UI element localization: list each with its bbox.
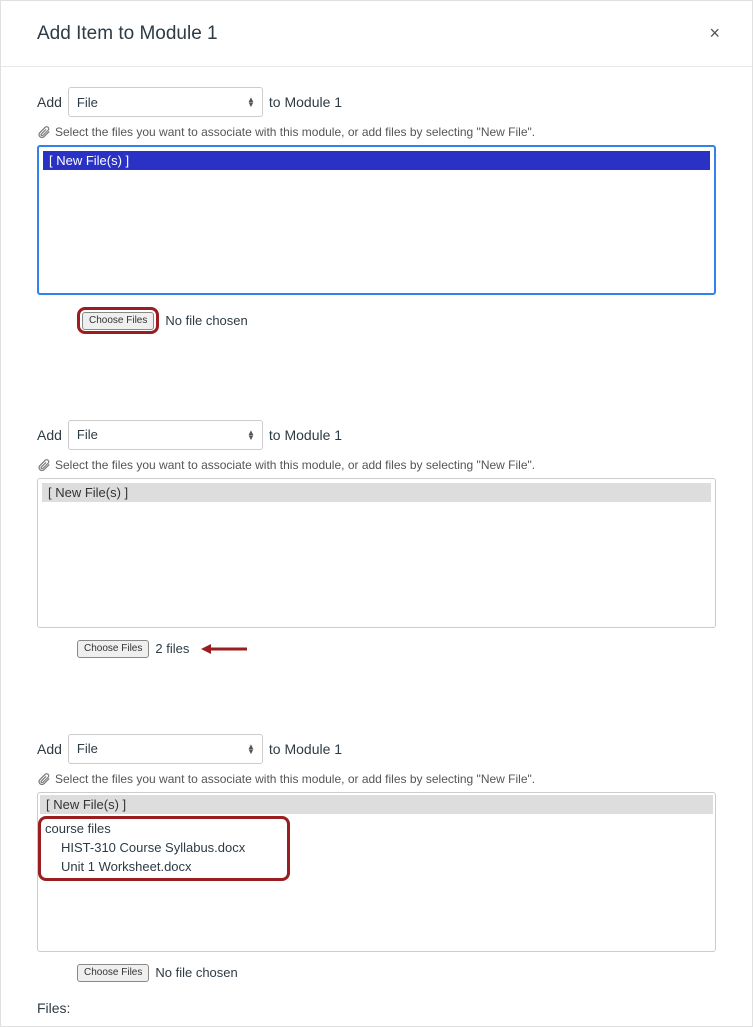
file-chosen-label: No file chosen xyxy=(155,965,237,980)
dialog-title: Add Item to Module 1 xyxy=(37,23,218,45)
file-upload-row: Choose Files 2 files xyxy=(77,640,716,658)
to-module-label: to Module 1 xyxy=(269,94,342,110)
hint-text: Select the files you want to associate w… xyxy=(55,458,535,472)
file-chosen-label: 2 files xyxy=(155,641,189,656)
new-files-option[interactable]: [ New File(s) ] xyxy=(42,483,711,502)
choose-files-button[interactable]: Choose Files xyxy=(77,640,149,658)
file-list-box[interactable]: [ New File(s) ] course files HIST-310 Co… xyxy=(37,792,716,952)
to-module-label: to Module 1 xyxy=(269,741,342,757)
dialog-header: Add Item to Module 1 × xyxy=(1,1,752,67)
paperclip-icon xyxy=(37,458,51,472)
file-item[interactable]: Unit 1 Worksheet.docx xyxy=(43,857,285,876)
hint-row: Select the files you want to associate w… xyxy=(37,125,716,139)
type-select-wrap: File ▲▼ xyxy=(68,420,263,450)
add-row: Add File ▲▼ to Module 1 xyxy=(37,87,716,117)
arrow-annotation-icon xyxy=(201,642,247,656)
type-select[interactable]: File xyxy=(68,420,263,450)
section-2: Add File ▲▼ to Module 1 Select the files… xyxy=(1,400,752,668)
add-row: Add File ▲▼ to Module 1 xyxy=(37,734,716,764)
hint-row: Select the files you want to associate w… xyxy=(37,772,716,786)
file-list-box[interactable]: [ New File(s) ] xyxy=(37,145,716,295)
hint-row: Select the files you want to associate w… xyxy=(37,458,716,472)
add-label: Add xyxy=(37,741,62,757)
files-section-label: Files: xyxy=(37,1000,752,1026)
new-files-option[interactable]: [ New File(s) ] xyxy=(43,151,710,170)
file-upload-row: Choose Files No file chosen xyxy=(77,307,716,334)
close-button[interactable]: × xyxy=(701,19,728,48)
section-3: Add File ▲▼ to Module 1 Select the files… xyxy=(1,714,752,992)
type-select-wrap: File ▲▼ xyxy=(68,87,263,117)
highlight-file-list: course files HIST-310 Course Syllabus.do… xyxy=(38,816,290,881)
file-upload-row: Choose Files No file chosen xyxy=(77,964,716,982)
section-1: Add File ▲▼ to Module 1 Select the files… xyxy=(1,67,752,344)
add-row: Add File ▲▼ to Module 1 xyxy=(37,420,716,450)
paperclip-icon xyxy=(37,772,51,786)
to-module-label: to Module 1 xyxy=(269,427,342,443)
file-item[interactable]: HIST-310 Course Syllabus.docx xyxy=(43,838,285,857)
folder-label[interactable]: course files xyxy=(43,819,285,838)
add-label: Add xyxy=(37,94,62,110)
file-chosen-label: No file chosen xyxy=(165,313,247,328)
choose-files-button[interactable]: Choose Files xyxy=(82,312,154,330)
type-select[interactable]: File xyxy=(68,734,263,764)
file-list-box[interactable]: [ New File(s) ] xyxy=(37,478,716,628)
type-select[interactable]: File xyxy=(68,87,263,117)
highlight-choose-files: Choose Files xyxy=(77,307,159,334)
add-label: Add xyxy=(37,427,62,443)
hint-text: Select the files you want to associate w… xyxy=(55,125,535,139)
new-files-option[interactable]: [ New File(s) ] xyxy=(40,795,713,814)
choose-files-button[interactable]: Choose Files xyxy=(77,964,149,982)
hint-text: Select the files you want to associate w… xyxy=(55,772,535,786)
type-select-wrap: File ▲▼ xyxy=(68,734,263,764)
paperclip-icon xyxy=(37,125,51,139)
